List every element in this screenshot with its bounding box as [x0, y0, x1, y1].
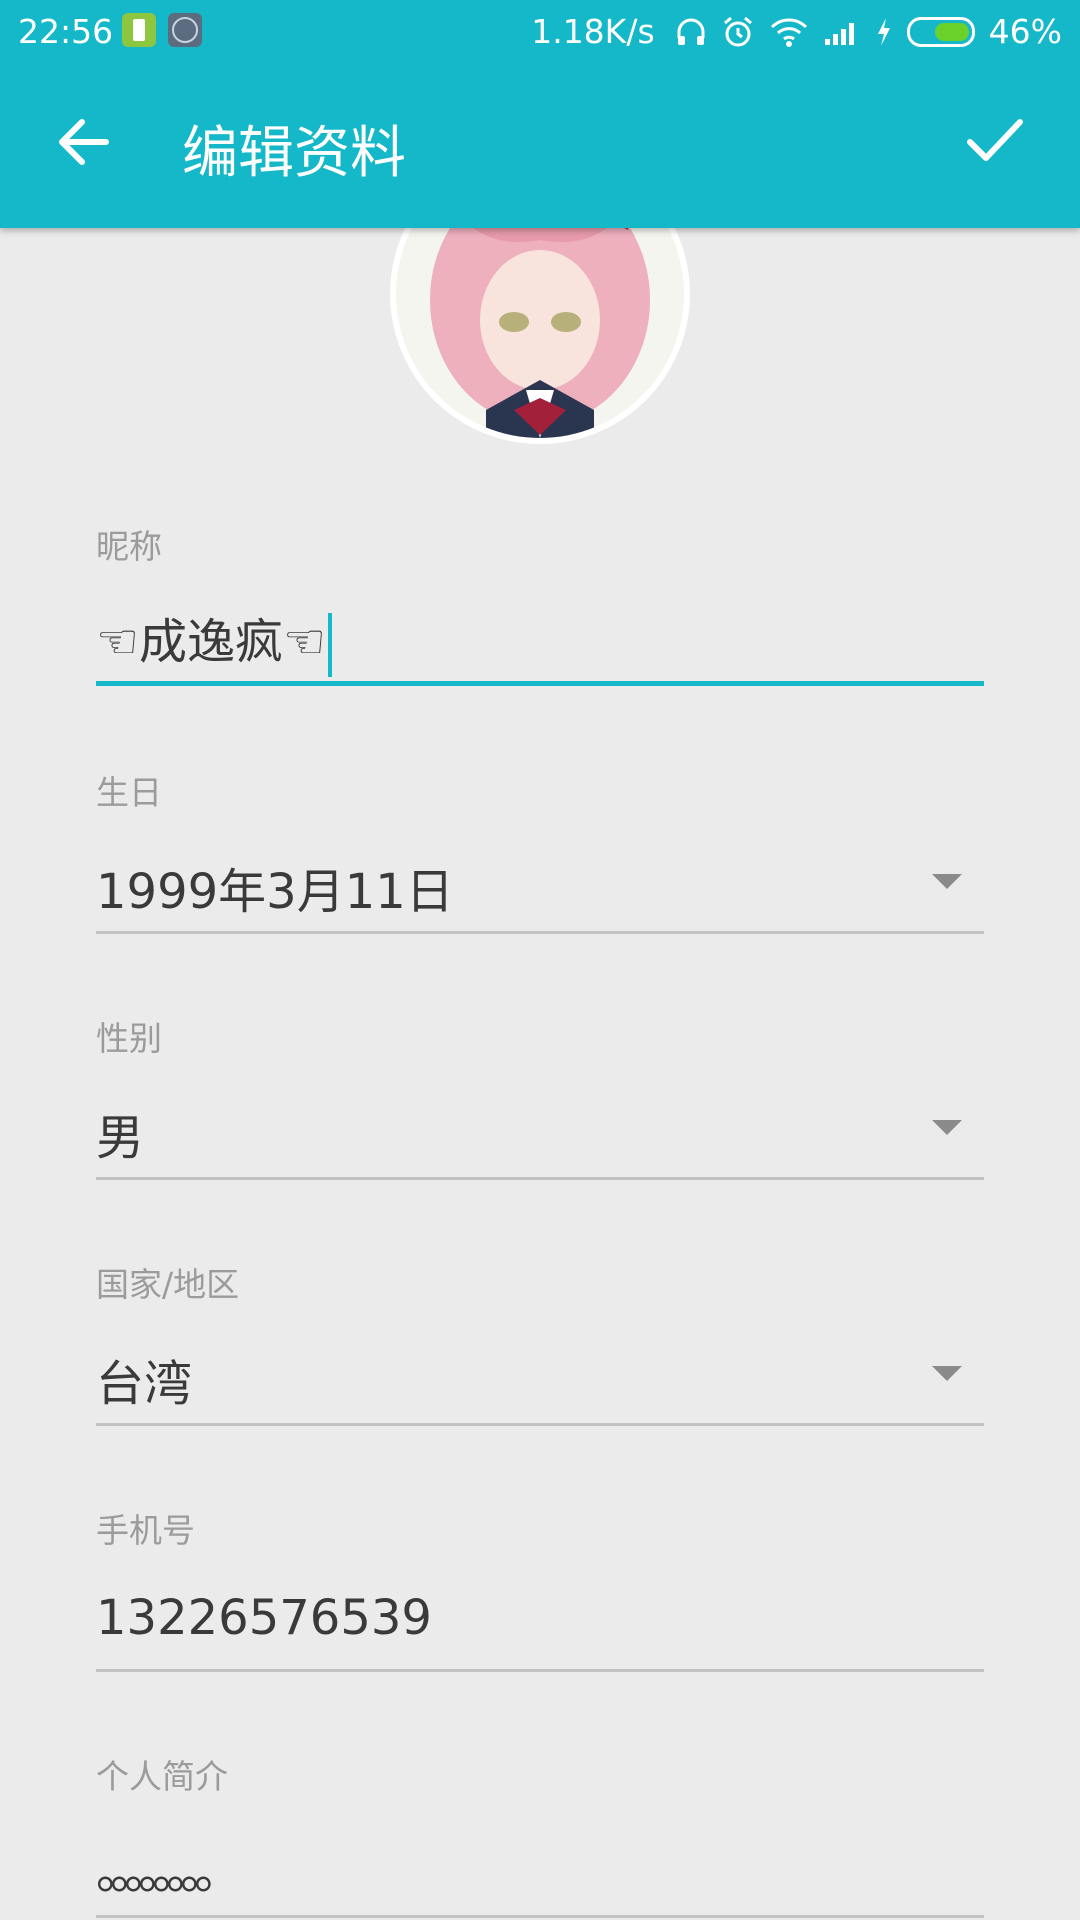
region-label: 国家/地区 — [96, 1265, 240, 1304]
phone-input[interactable]: 13226576539 — [96, 1590, 432, 1646]
phone-underline — [96, 1669, 984, 1672]
headphones-icon — [677, 18, 705, 45]
region-field[interactable]: 国家/地区 台湾 — [96, 1258, 984, 1428]
charging-icon — [877, 17, 890, 46]
birthday-underline — [96, 931, 984, 934]
nickname-label: 昵称 — [96, 527, 162, 566]
phone-label: 手机号 — [96, 1511, 195, 1550]
text-cursor — [328, 613, 333, 677]
signal-icon — [824, 22, 854, 45]
battery-saver-icon — [122, 13, 156, 47]
battery-icon — [906, 16, 975, 47]
nickname-field[interactable]: 昵称 ☜成逸疯☜ — [96, 520, 984, 690]
birthday-field[interactable]: 生日 1999年3月11日 — [96, 766, 984, 936]
alarm-icon — [723, 16, 752, 46]
wifi-icon — [770, 17, 807, 47]
confirm-button[interactable] — [962, 112, 1028, 172]
nickname-underline — [96, 681, 984, 686]
gender-value[interactable]: 男 — [96, 1098, 144, 1168]
battery-percent: 46% — [988, 12, 1062, 51]
nickname-text: ☜成逸疯☜ — [96, 614, 327, 670]
bio-input[interactable]: 。。。。。。。。 — [96, 1832, 242, 1902]
chevron-down-icon[interactable] — [932, 1366, 962, 1381]
page-title: 编辑资料 — [182, 121, 406, 186]
bio-underline — [96, 1915, 984, 1918]
region-underline — [96, 1423, 984, 1426]
chevron-down-icon[interactable] — [932, 874, 962, 889]
bio-label: 个人简介 — [96, 1757, 228, 1796]
status-icons: 1.18K/s 46% — [531, 12, 1062, 51]
status-bar: 22:56 1.18K/s 46% — [0, 0, 1080, 62]
gender-field[interactable]: 性别 男 — [96, 1012, 984, 1182]
back-button[interactable] — [54, 112, 114, 172]
net-speed: 1.18K/s — [531, 12, 655, 51]
gender-label: 性别 — [96, 1019, 162, 1058]
vpn-icon — [168, 13, 202, 47]
birthday-value[interactable]: 1999年3月11日 — [96, 852, 454, 922]
gender-underline — [96, 1177, 984, 1180]
chevron-down-icon[interactable] — [932, 1120, 962, 1135]
nickname-input[interactable]: ☜成逸疯☜ — [96, 602, 333, 677]
birthday-label: 生日 — [96, 773, 162, 812]
arrow-left-icon — [59, 119, 109, 165]
battery-fill — [934, 22, 969, 41]
region-value[interactable]: 台湾 — [96, 1344, 192, 1414]
bio-field[interactable]: 个人简介 。。。。。。。。 — [96, 1750, 984, 1920]
phone-field[interactable]: 手机号 13226576539 — [96, 1504, 984, 1674]
app-bar: 22:56 1.18K/s 46% 编辑资料 — [0, 0, 1080, 228]
check-icon — [967, 119, 1023, 161]
status-time: 22:56 — [18, 12, 114, 51]
